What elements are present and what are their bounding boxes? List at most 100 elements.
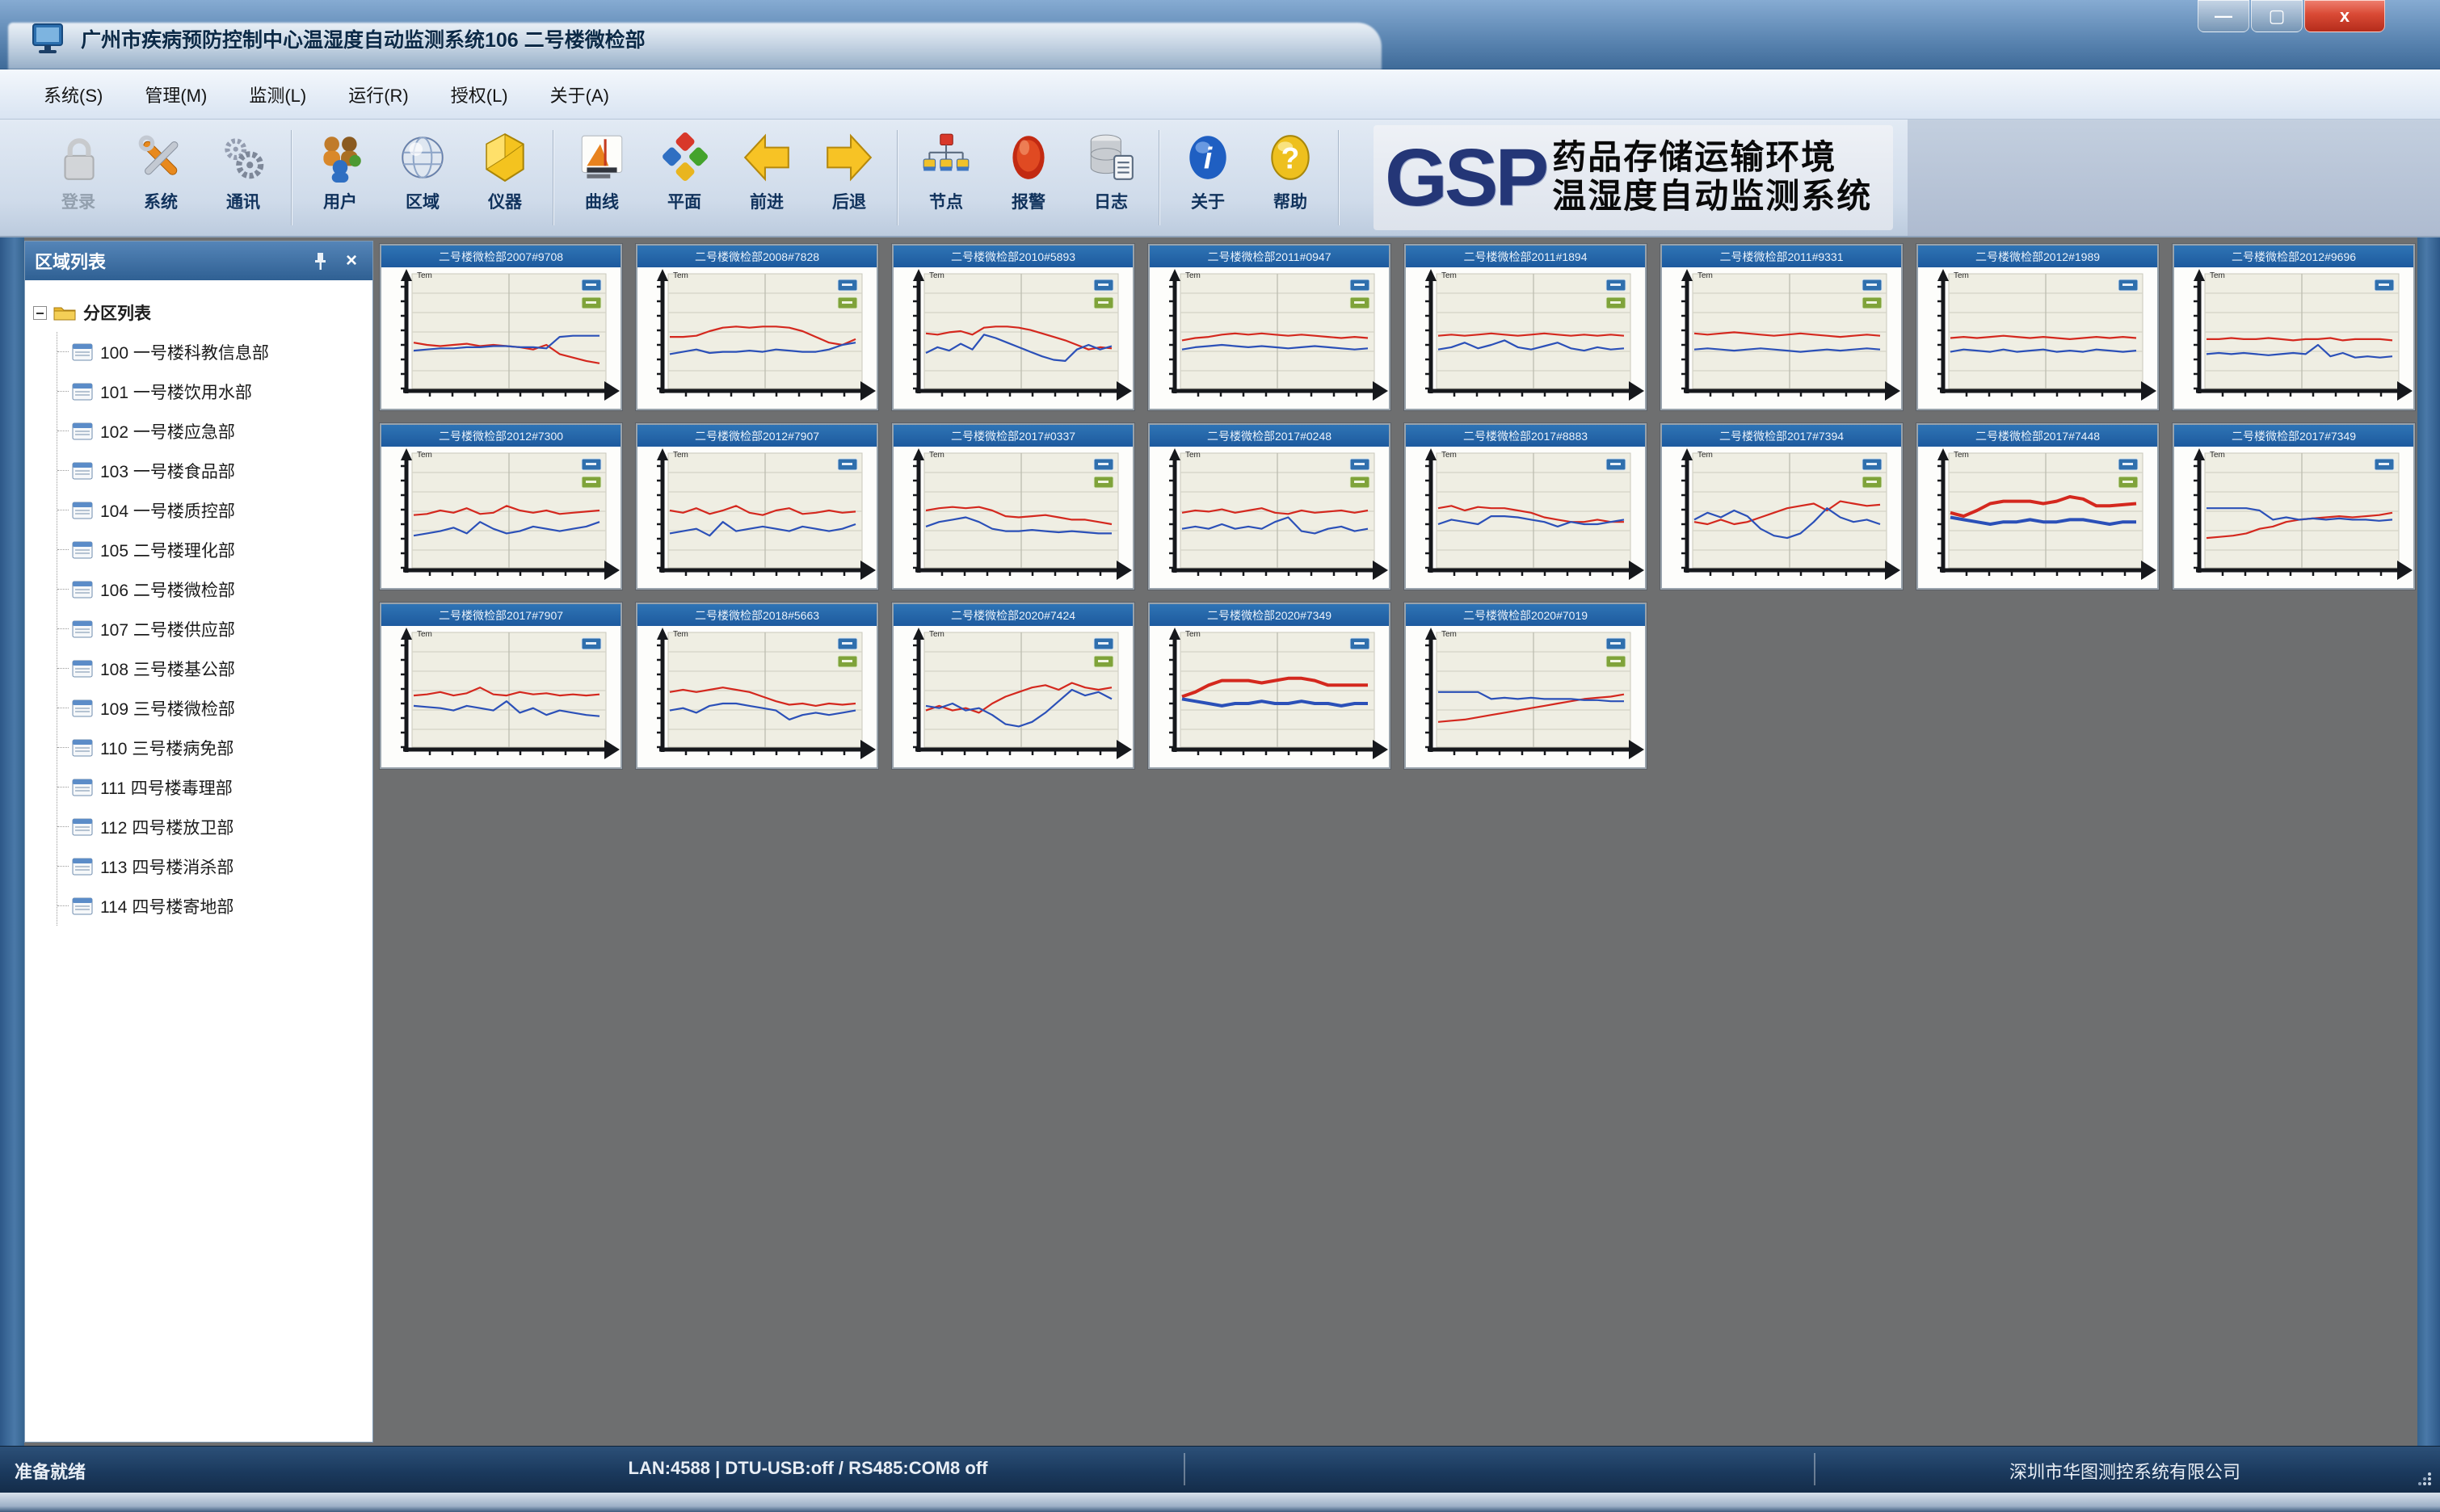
mini-trend-chart[interactable]: Tem xyxy=(1150,267,1389,409)
humidity-badge xyxy=(1094,477,1113,488)
sidebar-item-114[interactable]: 114 四号楼寄地部 xyxy=(57,886,368,926)
panel-title: 二号楼微检部2017#7907 xyxy=(381,604,621,626)
sidebar-item-112[interactable]: 112 四号楼放卫部 xyxy=(57,807,368,846)
chart-panel-18[interactable]: 二号楼微检部2018#5663Tem xyxy=(636,603,878,769)
mini-trend-chart[interactable]: Tem xyxy=(894,267,1133,409)
mini-trend-chart[interactable]: Tem xyxy=(1406,447,1645,588)
chart-panel-5[interactable]: 二号楼微检部2011#1894Tem xyxy=(1404,244,1647,410)
chart-panel-9[interactable]: 二号楼微检部2012#7300Tem xyxy=(380,423,622,590)
mini-trend-chart[interactable]: Tem xyxy=(1662,267,1901,409)
menu-item-6[interactable]: 关于(A) xyxy=(529,75,630,114)
toolbar-button-globe[interactable]: 区域 xyxy=(381,124,464,231)
mini-trend-chart[interactable]: Tem xyxy=(1406,626,1645,767)
toolbar-button-cube[interactable]: 仪器 xyxy=(464,124,546,231)
toolbar-button-arrow-right[interactable]: 后退 xyxy=(808,124,890,231)
mini-trend-chart[interactable]: Tem xyxy=(381,447,621,588)
chart-panel-4[interactable]: 二号楼微检部2011#0947Tem xyxy=(1148,244,1390,410)
mini-trend-chart[interactable]: Tem xyxy=(1150,626,1389,767)
sidebar-item-103[interactable]: 103 一号楼食品部 xyxy=(57,451,368,490)
resize-grip[interactable] xyxy=(2413,1467,2434,1488)
mini-trend-chart[interactable]: Tem xyxy=(1918,447,2157,588)
menu-item-4[interactable]: 运行(R) xyxy=(327,75,430,114)
mini-trend-chart[interactable]: Tem xyxy=(2174,267,2413,409)
sidebar-item-105[interactable]: 105 二号楼理化部 xyxy=(57,530,368,569)
sidebar-item-107[interactable]: 107 二号楼供应部 xyxy=(57,609,368,649)
sidebar-item-108[interactable]: 108 三号楼基公部 xyxy=(57,649,368,688)
chart-panel-13[interactable]: 二号楼微检部2017#8883Tem xyxy=(1404,423,1647,590)
temperature-badge xyxy=(1606,638,1626,649)
collapse-icon[interactable] xyxy=(33,306,47,320)
chart-panel-6[interactable]: 二号楼微检部2011#9331Tem xyxy=(1660,244,1903,410)
mini-trend-chart[interactable]: Tem xyxy=(1150,447,1389,588)
panel-title: 二号楼微检部2012#9696 xyxy=(2174,246,2413,267)
tree-root-node[interactable]: 分区列表 xyxy=(33,293,368,332)
mini-trend-chart[interactable]: Tem xyxy=(381,626,621,767)
chart-panel-8[interactable]: 二号楼微检部2012#9696Tem xyxy=(2173,244,2415,410)
toolbar-button-curve[interactable]: 曲线 xyxy=(561,124,643,231)
mini-trend-chart[interactable]: Tem xyxy=(637,626,877,767)
arrow-left-icon xyxy=(740,131,793,184)
temperature-badge xyxy=(1350,638,1369,649)
sidebar-item-110[interactable]: 110 三号楼病免部 xyxy=(57,728,368,767)
close-button[interactable]: x xyxy=(2304,0,2385,32)
mini-trend-chart[interactable]: Tem xyxy=(894,626,1133,767)
menu-item-2[interactable]: 管理(M) xyxy=(124,75,228,114)
temperature-badge xyxy=(838,638,857,649)
sidebar-item-109[interactable]: 109 三号楼微检部 xyxy=(57,688,368,728)
chart-panel-3[interactable]: 二号楼微检部2010#5893Tem xyxy=(892,244,1134,410)
toolbar-button-arrow-left[interactable]: 前进 xyxy=(726,124,808,231)
chart-panel-21[interactable]: 二号楼微检部2020#7019Tem xyxy=(1404,603,1647,769)
sidebar-item-113[interactable]: 113 四号楼消杀部 xyxy=(57,846,368,886)
menu-item-5[interactable]: 授权(L) xyxy=(430,75,529,114)
mini-trend-chart[interactable]: Tem xyxy=(1918,267,2157,409)
temperature-badge xyxy=(838,279,857,291)
mini-trend-chart[interactable]: Tem xyxy=(894,447,1133,588)
chart-panel-15[interactable]: 二号楼微检部2017#7448Tem xyxy=(1916,423,2159,590)
chart-panel-11[interactable]: 二号楼微检部2017#0337Tem xyxy=(892,423,1134,590)
sidebar-item-111[interactable]: 111 四号楼毒理部 xyxy=(57,767,368,807)
minimize-button[interactable]: — xyxy=(2198,0,2249,32)
mini-trend-chart[interactable]: Tem xyxy=(1662,447,1901,588)
close-panel-icon[interactable]: × xyxy=(340,250,363,272)
chart-panel-17[interactable]: 二号楼微检部2017#7907Tem xyxy=(380,603,622,769)
region-list-title: 区域列表 xyxy=(35,248,308,274)
sidebar-item-102[interactable]: 102 一号楼应急部 xyxy=(57,411,368,451)
mini-trend-chart[interactable]: Tem xyxy=(2174,447,2413,588)
chart-panel-7[interactable]: 二号楼微检部2012#1989Tem xyxy=(1916,244,2159,410)
mini-trend-chart[interactable]: Tem xyxy=(381,267,621,409)
temperature-badge xyxy=(2375,459,2394,470)
toolbar-button-log[interactable]: 日志 xyxy=(1070,124,1152,231)
status-separator xyxy=(1184,1453,1185,1485)
sidebar-item-100[interactable]: 100 一号楼科教信息部 xyxy=(57,332,368,372)
sidebar-item-104[interactable]: 104 一号楼质控部 xyxy=(57,490,368,530)
toolbar-button-tools[interactable]: 系统 xyxy=(120,124,202,231)
toolbar-button-nodes[interactable]: 节点 xyxy=(905,124,987,231)
mini-trend-chart[interactable]: Tem xyxy=(637,267,877,409)
chart-panel-12[interactable]: 二号楼微检部2017#0248Tem xyxy=(1148,423,1390,590)
maximize-button[interactable]: ▢ xyxy=(2251,0,2303,32)
axis-label: Tem xyxy=(417,271,432,280)
chart-panel-20[interactable]: 二号楼微检部2020#7349Tem xyxy=(1148,603,1390,769)
toolbar-button-alarm[interactable]: 报警 xyxy=(987,124,1070,231)
axis-label: Tem xyxy=(1441,630,1457,639)
menu-item-3[interactable]: 监测(L) xyxy=(228,75,327,114)
arrow-right-icon xyxy=(822,131,876,184)
toolbar-button-info[interactable]: i关于 xyxy=(1167,124,1249,231)
menu-item-1[interactable]: 系统(S) xyxy=(23,75,124,114)
chart-panel-2[interactable]: 二号楼微检部2008#7828Tem xyxy=(636,244,878,410)
chart-panel-10[interactable]: 二号楼微检部2012#7907Tem xyxy=(636,423,878,590)
mini-trend-chart[interactable]: Tem xyxy=(1406,267,1645,409)
region-node-icon xyxy=(72,858,93,876)
mini-trend-chart[interactable]: Tem xyxy=(637,447,877,588)
sidebar-item-101[interactable]: 101 一号楼饮用水部 xyxy=(57,372,368,411)
toolbar-button-users[interactable]: 用户 xyxy=(299,124,381,231)
chart-panel-16[interactable]: 二号楼微检部2017#7349Tem xyxy=(2173,423,2415,590)
sidebar-item-106[interactable]: 106 二号楼微检部 xyxy=(57,569,368,609)
chart-panel-19[interactable]: 二号楼微检部2020#7424Tem xyxy=(892,603,1134,769)
toolbar-button-plane[interactable]: 平面 xyxy=(643,124,726,231)
toolbar-button-help[interactable]: ?帮助 xyxy=(1249,124,1331,231)
chart-panel-14[interactable]: 二号楼微检部2017#7394Tem xyxy=(1660,423,1903,590)
chart-panel-1[interactable]: 二号楼微检部2007#9708Tem xyxy=(380,244,622,410)
pin-icon[interactable] xyxy=(308,249,332,273)
toolbar-button-gears[interactable]: 通讯 xyxy=(202,124,284,231)
